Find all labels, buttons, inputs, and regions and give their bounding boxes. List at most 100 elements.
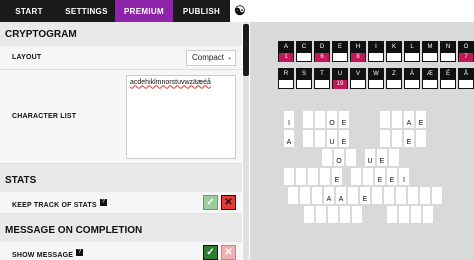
cipher-key-number[interactable]: 8 bbox=[351, 53, 365, 62]
cipher-key[interactable]: É bbox=[440, 68, 456, 89]
puzzle-cell[interactable] bbox=[328, 206, 339, 223]
check-icon[interactable]: ✓ bbox=[203, 245, 218, 260]
puzzle-cell[interactable] bbox=[348, 187, 359, 204]
puzzle-cell[interactable] bbox=[303, 130, 314, 147]
cipher-key[interactable]: E bbox=[332, 41, 348, 62]
tab-start[interactable]: START bbox=[0, 0, 58, 22]
cipher-key[interactable]: D6 bbox=[314, 41, 330, 62]
cipher-key-number[interactable]: 7 bbox=[459, 53, 473, 62]
cipher-key-number[interactable] bbox=[405, 80, 419, 88]
cipher-key-number[interactable] bbox=[297, 53, 311, 61]
puzzle-cell[interactable]: E bbox=[387, 168, 398, 185]
puzzle-cell[interactable] bbox=[420, 187, 431, 204]
puzzle-cell[interactable]: A bbox=[336, 187, 347, 204]
cipher-key[interactable]: W bbox=[368, 68, 384, 89]
tab-publish[interactable]: PUBLISH bbox=[173, 0, 230, 22]
cipher-key[interactable]: H8 bbox=[350, 41, 366, 62]
puzzle-cell[interactable]: O bbox=[327, 111, 338, 128]
cipher-key-number[interactable] bbox=[441, 80, 455, 88]
puzzle-cell[interactable] bbox=[300, 187, 311, 204]
panel-scrollbar[interactable] bbox=[243, 22, 249, 260]
puzzle-cell[interactable] bbox=[352, 206, 363, 223]
cipher-key[interactable]: Z bbox=[386, 68, 402, 89]
puzzle-cell[interactable] bbox=[372, 187, 383, 204]
help-icon[interactable]: ? bbox=[76, 248, 84, 256]
cipher-key[interactable]: Æ bbox=[422, 68, 438, 89]
cipher-key[interactable]: U 19 bbox=[332, 68, 348, 89]
puzzle-cell[interactable] bbox=[316, 206, 327, 223]
scrollbar-thumb[interactable] bbox=[243, 24, 249, 76]
puzzle-cell[interactable] bbox=[396, 187, 407, 204]
puzzle-cell[interactable]: A bbox=[324, 187, 335, 204]
puzzle-cell[interactable]: E bbox=[404, 130, 415, 147]
check-icon[interactable]: ✓ bbox=[203, 195, 218, 210]
puzzle-cell[interactable]: A bbox=[284, 130, 295, 147]
cipher-key-number[interactable]: 19 bbox=[333, 80, 347, 89]
cipher-key-number[interactable] bbox=[423, 53, 437, 61]
cipher-key[interactable]: Ä bbox=[404, 68, 420, 89]
puzzle-cell[interactable] bbox=[320, 168, 331, 185]
puzzle-cell[interactable] bbox=[340, 206, 351, 223]
puzzle-cell[interactable] bbox=[315, 111, 326, 128]
puzzle-cell[interactable] bbox=[432, 187, 443, 204]
cipher-key-number[interactable]: 1 bbox=[279, 53, 293, 62]
puzzle-cell[interactable] bbox=[423, 206, 434, 223]
puzzle-cell[interactable] bbox=[351, 168, 362, 185]
puzzle-cell[interactable]: E bbox=[377, 149, 388, 166]
puzzle-cell[interactable] bbox=[411, 206, 422, 223]
cipher-key-number[interactable] bbox=[333, 53, 347, 61]
yin-yang-icon[interactable]: ☯ bbox=[230, 0, 250, 22]
cipher-key[interactable]: A1 bbox=[278, 41, 294, 62]
puzzle-cell[interactable]: E bbox=[375, 168, 386, 185]
cipher-key-number[interactable] bbox=[387, 53, 401, 61]
cross-icon[interactable]: ✕ bbox=[221, 245, 236, 260]
puzzle-cell[interactable]: E bbox=[332, 168, 343, 185]
cipher-key[interactable]: Å bbox=[458, 68, 474, 89]
cipher-key-number[interactable]: 6 bbox=[315, 53, 329, 62]
puzzle-cell[interactable] bbox=[315, 130, 326, 147]
puzzle-cell[interactable] bbox=[399, 206, 410, 223]
puzzle-cell[interactable] bbox=[380, 130, 391, 147]
puzzle-cell[interactable]: U bbox=[365, 149, 376, 166]
cipher-key-number[interactable] bbox=[297, 80, 311, 88]
puzzle-cell[interactable] bbox=[303, 111, 314, 128]
puzzle-cell[interactable] bbox=[387, 206, 398, 223]
puzzle-cell[interactable] bbox=[288, 187, 299, 204]
puzzle-cell[interactable] bbox=[380, 111, 391, 128]
cross-icon[interactable]: ✕ bbox=[221, 195, 236, 210]
cipher-key-number[interactable] bbox=[279, 80, 293, 88]
puzzle-cell[interactable] bbox=[389, 149, 400, 166]
cipher-key[interactable]: L bbox=[404, 41, 420, 62]
puzzle-cell[interactable]: A bbox=[404, 111, 415, 128]
cipher-key-number[interactable] bbox=[369, 80, 383, 88]
cipher-key[interactable]: M bbox=[422, 41, 438, 62]
character-list-textarea[interactable]: acdehiklmnorstuvwzäæéå bbox=[126, 74, 236, 159]
cipher-key-number[interactable] bbox=[441, 53, 455, 61]
cipher-key-number[interactable] bbox=[459, 80, 473, 88]
puzzle-cell[interactable] bbox=[308, 168, 319, 185]
cipher-key[interactable]: K bbox=[386, 41, 402, 62]
help-icon[interactable]: ? bbox=[99, 198, 107, 206]
cipher-key[interactable]: S bbox=[296, 68, 312, 89]
cipher-key[interactable]: R bbox=[278, 68, 294, 89]
cipher-key[interactable]: N bbox=[440, 41, 456, 62]
puzzle-cell[interactable] bbox=[284, 168, 295, 185]
cipher-key[interactable]: I bbox=[368, 41, 384, 62]
cipher-key[interactable]: V bbox=[350, 68, 366, 89]
puzzle-cell[interactable] bbox=[408, 187, 419, 204]
puzzle-cell[interactable] bbox=[416, 130, 427, 147]
cipher-key-number[interactable] bbox=[369, 53, 383, 61]
puzzle-cell[interactable] bbox=[296, 168, 307, 185]
puzzle-cell[interactable]: E bbox=[339, 111, 350, 128]
puzzle-cell[interactable]: E bbox=[416, 111, 427, 128]
puzzle-cell[interactable]: E bbox=[360, 187, 371, 204]
puzzle-cell[interactable]: U bbox=[327, 130, 338, 147]
puzzle-cell[interactable] bbox=[392, 130, 403, 147]
puzzle-cell[interactable] bbox=[322, 149, 333, 166]
cipher-key-number[interactable] bbox=[351, 80, 365, 88]
puzzle-cell[interactable] bbox=[346, 149, 357, 166]
cipher-key-number[interactable] bbox=[423, 80, 437, 88]
cipher-key[interactable]: C bbox=[296, 41, 312, 62]
cipher-key-number[interactable] bbox=[405, 53, 419, 61]
cipher-key-number[interactable] bbox=[315, 80, 329, 88]
